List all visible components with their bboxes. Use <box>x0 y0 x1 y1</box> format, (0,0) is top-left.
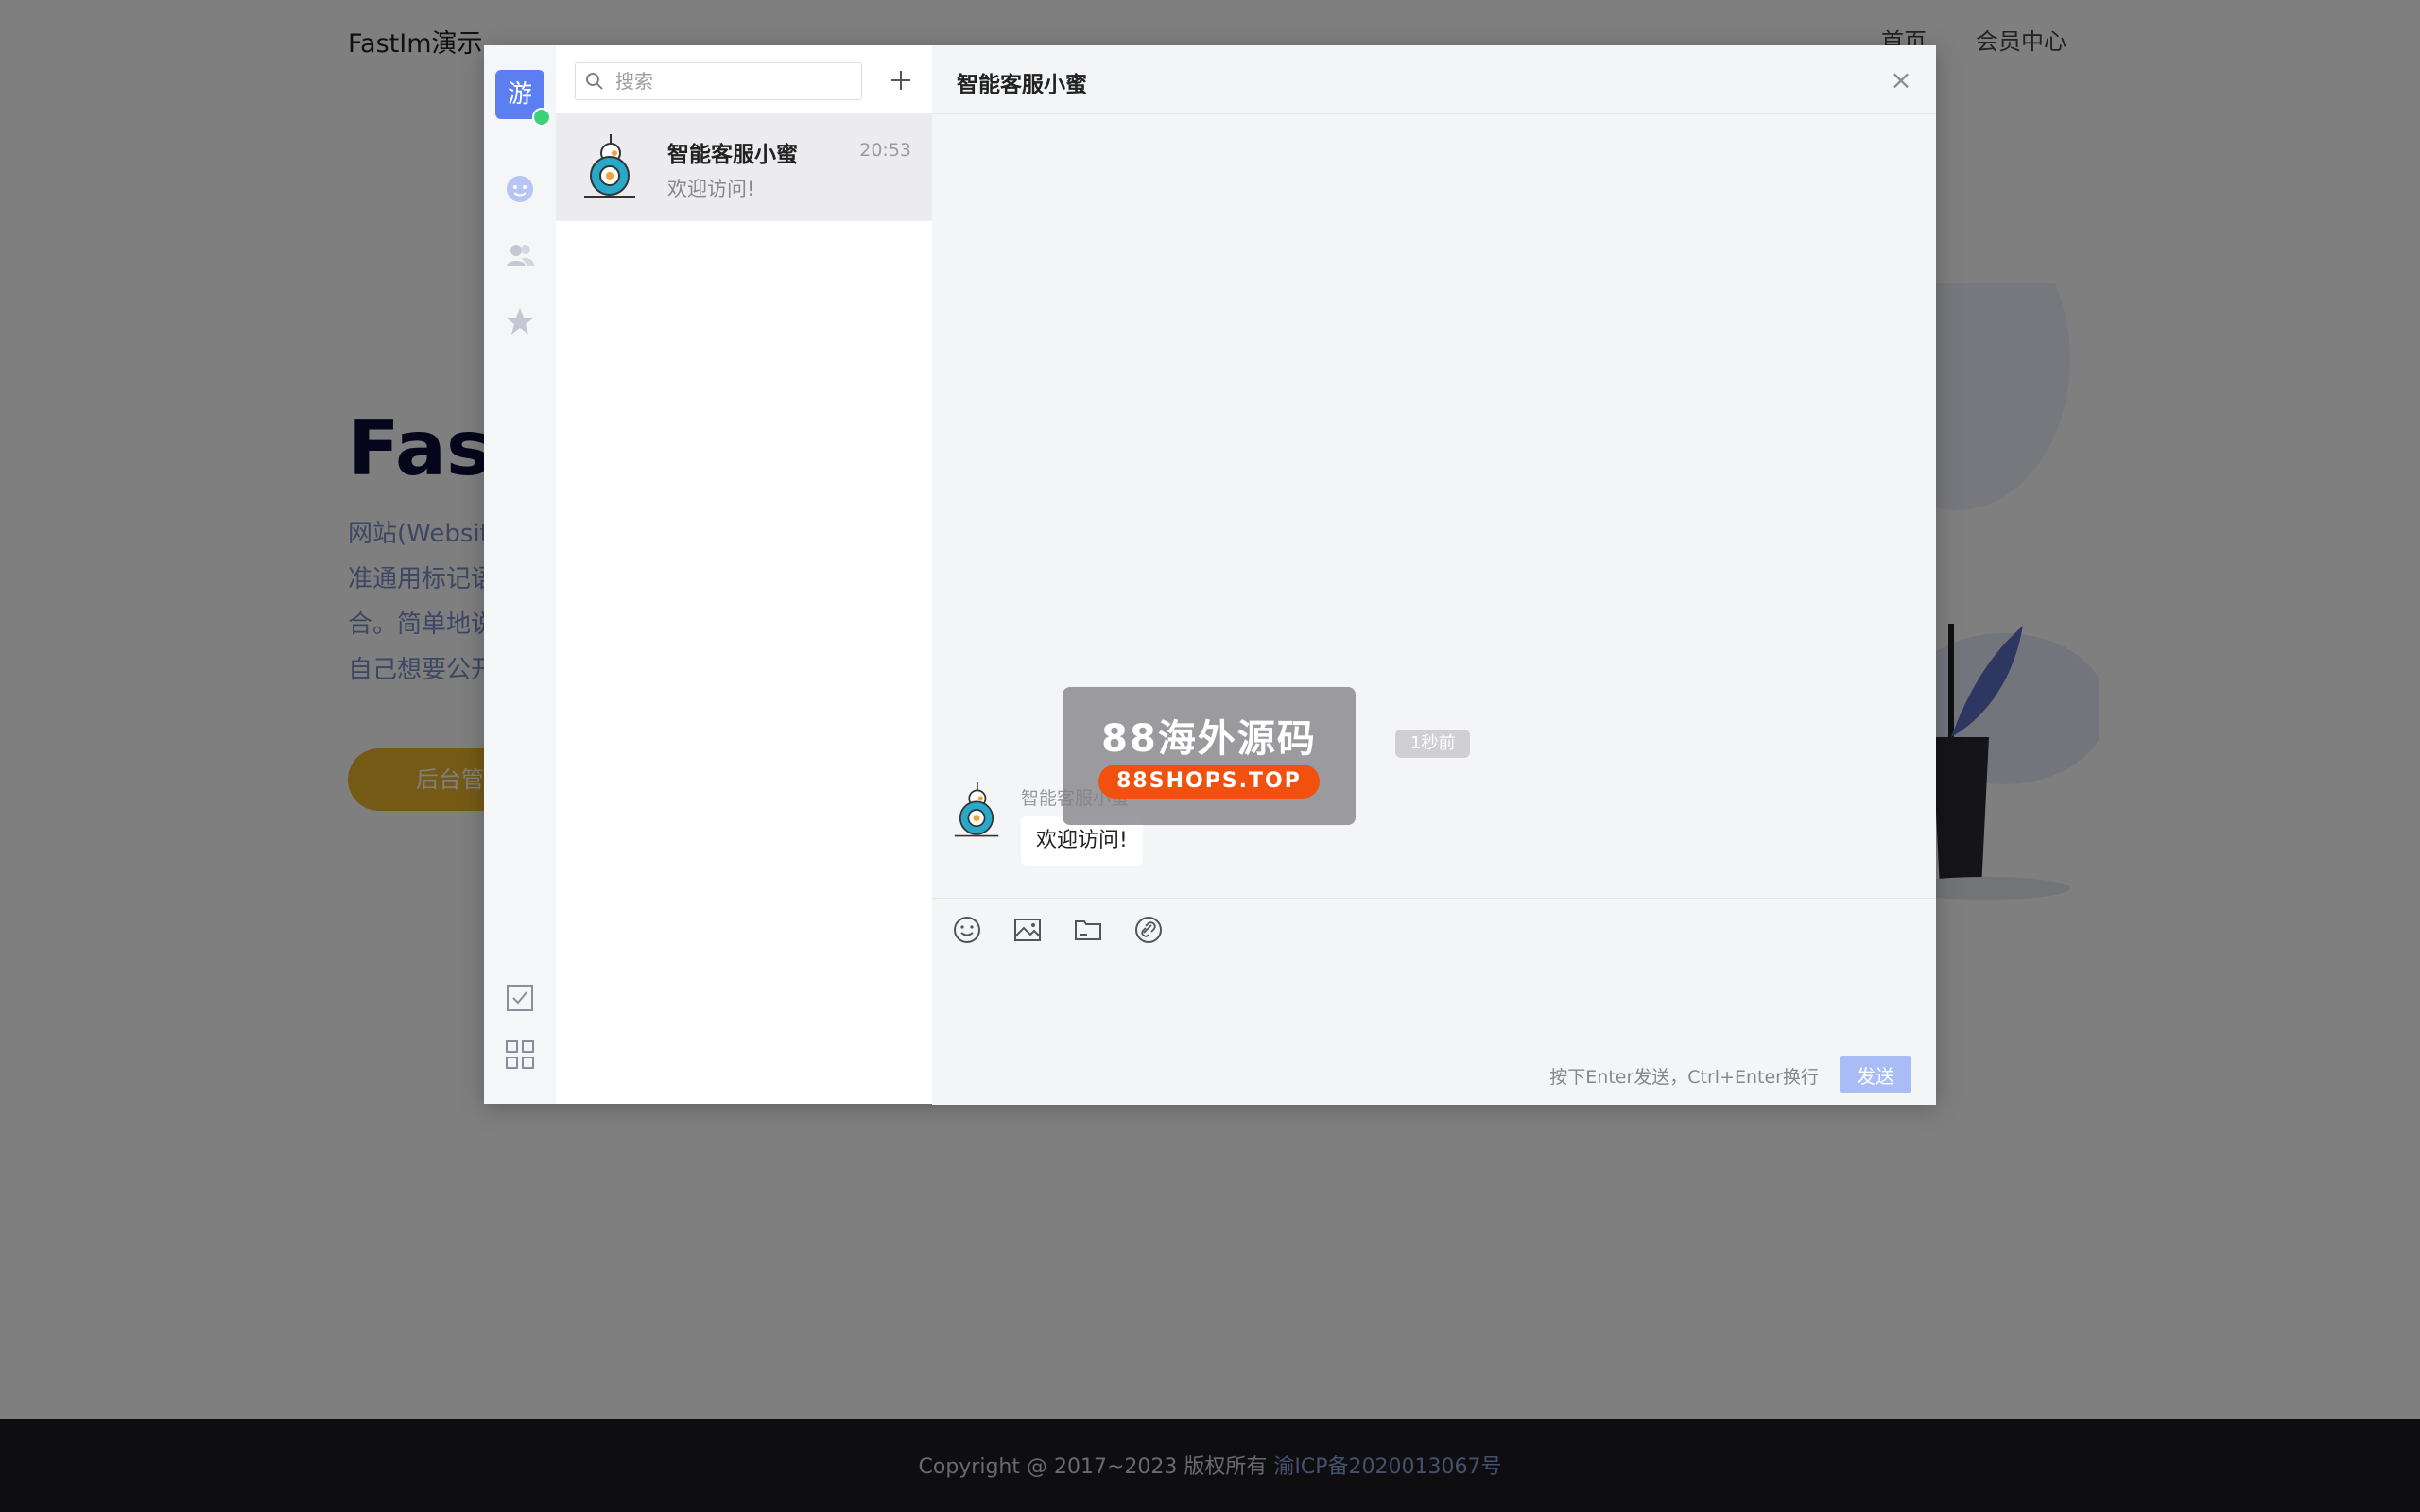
add-button[interactable] <box>883 62 919 98</box>
conversation-name: 智能客服小蜜 <box>667 143 798 167</box>
conversation-preview: 欢迎访问! <box>667 178 755 200</box>
chat-icon[interactable] <box>505 174 535 204</box>
message-time-badge: 1秒前 <box>1395 730 1471 758</box>
conversation-panel: 智能客服小蜜 20:53 欢迎访问! <box>556 45 933 1104</box>
contacts-icon[interactable] <box>505 240 535 270</box>
watermark: 88海外源码 88SHOPS.TOP <box>1063 687 1356 825</box>
watermark-title: 88海外源码 <box>1101 717 1317 761</box>
conversation-time: 20:53 <box>859 140 911 161</box>
send-button[interactable]: 发送 <box>1840 1056 1911 1093</box>
conversation-item[interactable]: 智能客服小蜜 20:53 欢迎访问! <box>556 113 932 221</box>
apps-icon[interactable] <box>505 1040 535 1070</box>
folder-icon[interactable] <box>1072 914 1104 946</box>
close-button[interactable]: × <box>1887 66 1915 94</box>
search-icon <box>586 73 603 90</box>
chat-window: 智能客服小蜜 × 1秒前 智能客服小蜜 欢迎访问! <box>932 45 1936 1105</box>
send-hint: 按下Enter发送，Ctrl+Enter换行 <box>1549 1067 1819 1088</box>
image-icon[interactable] <box>1011 914 1044 946</box>
bot-avatar-icon <box>584 134 635 198</box>
chat-title: 智能客服小蜜 <box>957 73 1087 97</box>
nav-rail: 游 <box>484 45 557 1104</box>
chat-header: 智能客服小蜜 × <box>932 45 1936 114</box>
bot-avatar-icon <box>954 782 999 837</box>
online-status-dot <box>532 108 551 127</box>
favorites-icon[interactable] <box>505 306 535 336</box>
watermark-pill: 88SHOPS.TOP <box>1098 765 1320 799</box>
link-icon[interactable] <box>1132 914 1165 946</box>
tasks-icon[interactable] <box>505 983 535 1013</box>
search-input[interactable] <box>614 65 854 97</box>
message-composer[interactable]: 按下Enter发送，Ctrl+Enter换行 发送 <box>932 898 1936 1105</box>
chat-modal: 游 搜索 智能客服小蜜 20:53 欢迎访问! 智能客服小蜜 × 1秒前 欢迎访… <box>484 45 1936 1105</box>
search-box[interactable] <box>575 62 862 100</box>
emoji-icon[interactable] <box>951 914 983 946</box>
